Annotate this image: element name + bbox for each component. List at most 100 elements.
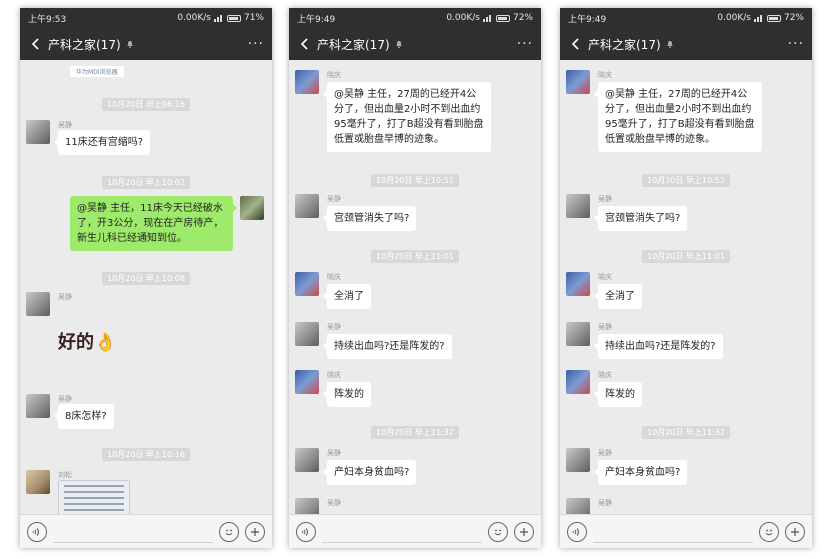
sender-name: 刘松: [58, 471, 72, 479]
avatar[interactable]: [295, 448, 319, 472]
status-bar: 上午9:49 0.00K/s 72%: [289, 8, 541, 28]
avatar[interactable]: [566, 370, 590, 394]
message-input[interactable]: [593, 521, 753, 543]
more-options-button[interactable]: ···: [248, 36, 264, 52]
timestamp: 10月20日 早上11:01: [642, 250, 730, 263]
shared-link-card[interactable]: 华为MDI浏览器: [70, 66, 124, 77]
timestamp: 10月20日 早上10:16: [102, 448, 190, 461]
emoji-icon: [765, 529, 773, 535]
more-options-button[interactable]: ···: [788, 36, 804, 52]
message-bubble[interactable]: 产妇本身贫血吗?: [322, 460, 417, 485]
status-time: 上午9:49: [297, 14, 336, 25]
back-button[interactable]: [28, 34, 42, 54]
voice-button[interactable]: [27, 521, 47, 542]
message-bubble[interactable]: 全消了: [323, 284, 371, 309]
my-message-bubble[interactable]: @吴静 主任，11床今天已经破水了，开3公分，现在在产房待产，新生儿科已经通知到…: [70, 196, 237, 251]
chat-title: 产科之家(17): [317, 37, 390, 52]
more-options-button[interactable]: ···: [517, 36, 533, 52]
timestamp: 10月20日 早上11:01: [371, 250, 459, 263]
message-bubble[interactable]: 11床还有宫缩吗?: [53, 130, 151, 155]
timestamp: 10月20日 早上11:32: [371, 426, 459, 439]
sender-name: 吴静: [598, 499, 612, 507]
input-bar: [289, 514, 541, 548]
message-bubble[interactable]: 持续出血吗?还是阵发的?: [594, 334, 723, 359]
chat-message-list[interactable]: 晓庆 @吴静 主任，27周的已经开4公分了，但出血量2小时不到出血约95毫升了，…: [560, 60, 812, 514]
message-bubble[interactable]: @吴静 主任，27周的已经开4公分了，但出血量2小时不到出血约95毫升了，打了B…: [323, 82, 491, 152]
timestamp: 10月20日 早上10:02: [102, 176, 190, 189]
message-input[interactable]: [322, 521, 482, 543]
bell-off-icon: [395, 41, 402, 49]
voice-icon: [301, 527, 308, 536]
message-bubble[interactable]: 8床怎样?: [54, 404, 114, 429]
avatar[interactable]: [295, 370, 319, 394]
avatar[interactable]: [26, 394, 50, 418]
message-bubble[interactable]: 阵发的: [323, 382, 371, 407]
plus-button[interactable]: [245, 521, 265, 542]
chat-header: 产科之家(17) ···: [20, 28, 272, 60]
image-message[interactable]: [58, 480, 130, 514]
battery-icon: [226, 14, 241, 22]
sender-name: 吴静: [327, 499, 341, 507]
emoji-icon: [494, 529, 502, 535]
battery-icon: [495, 14, 510, 22]
chat-message-list[interactable]: 晓庆 @吴静 主任，27周的已经开4公分了，但出血量2小时不到出血约95毫升了，…: [289, 60, 541, 514]
avatar[interactable]: [295, 498, 319, 514]
sender-name: 晓庆: [598, 273, 612, 281]
avatar[interactable]: [566, 498, 590, 514]
plus-icon: [520, 527, 528, 536]
input-bar: [560, 514, 812, 548]
chat-title: 产科之家(17): [48, 37, 121, 52]
avatar[interactable]: [295, 322, 319, 346]
message-bubble[interactable]: 阵发的: [594, 382, 642, 407]
avatar[interactable]: [566, 448, 590, 472]
message-bubble[interactable]: 全消了: [594, 284, 642, 309]
plus-button[interactable]: [785, 521, 805, 542]
avatar[interactable]: [566, 194, 590, 218]
sender-name: 吴静: [598, 195, 612, 203]
avatar[interactable]: [26, 292, 50, 316]
message-bubble[interactable]: 持续出血吗?还是阵发的?: [323, 334, 452, 359]
battery-level: 72%: [512, 13, 533, 23]
emoji-button[interactable]: [759, 521, 779, 542]
timestamp: 10月20日 早上11:32: [642, 426, 730, 439]
sender-name: 吴静: [58, 395, 72, 403]
plus-button[interactable]: [514, 521, 534, 542]
avatar[interactable]: [26, 470, 50, 494]
emoji-button[interactable]: [488, 521, 508, 542]
avatar[interactable]: [295, 194, 319, 218]
timestamp: 10月20日 早上10:52: [642, 174, 730, 187]
avatar[interactable]: [295, 272, 319, 296]
avatar[interactable]: [566, 272, 590, 296]
timestamp: 10月20日 早上10:52: [371, 174, 459, 187]
sender-name: 晓庆: [327, 371, 341, 379]
avatar[interactable]: [295, 70, 319, 94]
signal-icon: [213, 14, 222, 22]
chevron-left-icon: [571, 38, 579, 50]
phone-screenshot-1: 上午9:53 0.00K/s 71% 产科之家(17) ··· 华为MDI浏览器…: [20, 8, 272, 548]
message-bubble[interactable]: 产妇本身贫血吗?: [593, 460, 688, 485]
message-bubble[interactable]: 宫颈管消失了吗?: [322, 206, 417, 231]
sticker-message[interactable]: 好的👌: [58, 328, 116, 354]
back-button[interactable]: [568, 34, 582, 54]
sender-name: 吴静: [327, 195, 341, 203]
phone-screenshot-2: 上午9:49 0.00K/s 72% 产科之家(17) ··· 晓庆 @吴静 主…: [289, 8, 541, 548]
avatar[interactable]: [566, 70, 590, 94]
message-input[interactable]: [53, 521, 213, 543]
back-button[interactable]: [297, 34, 311, 54]
plus-icon: [251, 527, 259, 536]
avatar[interactable]: [566, 322, 590, 346]
voice-button[interactable]: [567, 521, 587, 542]
bell-off-icon: [666, 41, 673, 49]
avatar[interactable]: [26, 120, 50, 144]
network-speed: 0.00K/s: [446, 13, 480, 23]
status-time: 上午9:49: [568, 14, 607, 25]
chat-title: 产科之家(17): [588, 37, 661, 52]
chevron-left-icon: [300, 38, 308, 50]
emoji-button[interactable]: [219, 521, 239, 542]
chat-message-list[interactable]: 华为MDI浏览器 10月20日 早上06:16 吴静 11床还有宫缩吗? 10月…: [20, 60, 272, 514]
status-time: 上午9:53: [28, 14, 67, 25]
my-avatar[interactable]: [240, 196, 264, 220]
message-bubble[interactable]: @吴静 主任，27周的已经开4公分了，但出血量2小时不到出血约95毫升了，打了B…: [594, 82, 762, 152]
voice-button[interactable]: [296, 521, 316, 542]
message-bubble[interactable]: 宫颈管消失了吗?: [593, 206, 688, 231]
